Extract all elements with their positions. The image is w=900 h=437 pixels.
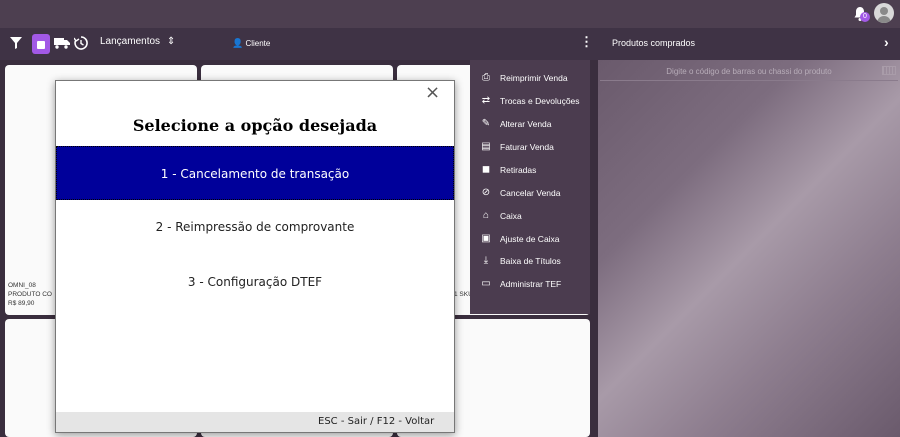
menu-item-ajuste-caixa[interactable]: ▣ Ajuste de Caixa	[470, 228, 590, 250]
menu-item-label: Trocas e Devoluções	[500, 96, 580, 106]
ban-icon: ⊘	[481, 187, 491, 198]
menu-item-label: Alterar Venda	[500, 119, 552, 129]
menu-item-caixa[interactable]: ⌂ Caixa	[470, 205, 590, 227]
menu-item-reimprimir-venda[interactable]: ⎙ Reimprimir Venda	[470, 67, 590, 89]
products-panel	[598, 60, 900, 437]
menu-item-alterar-venda[interactable]: ✎ Alterar Venda	[470, 113, 590, 135]
close-icon[interactable]: ×	[425, 82, 440, 103]
filter-icon[interactable]	[10, 37, 22, 49]
menu-item-label: Reimprimir Venda	[500, 73, 568, 83]
notification-badge: 0	[860, 12, 870, 22]
barcode-icon[interactable]	[882, 66, 896, 75]
menu-item-administrar-tef[interactable]: ▭ Administrar TEF	[470, 273, 590, 295]
printer-icon: ⎙	[482, 72, 490, 83]
chevron-right-icon[interactable]: ›	[884, 34, 889, 50]
card-icon: ▭	[481, 278, 491, 289]
card-price: R$ 89,90	[8, 300, 35, 307]
exchange-icon: ⇄	[481, 95, 491, 106]
card-name: PRODUTO CO	[8, 291, 52, 298]
history-icon[interactable]	[74, 36, 88, 50]
option-configuracao-dtef[interactable]: 3 - Configuração DTEF	[56, 255, 454, 309]
bank-icon: ⌂	[482, 210, 490, 221]
truck-icon[interactable]	[54, 37, 70, 49]
menu-item-label: Cancelar Venda	[500, 188, 561, 198]
lancamentos-select[interactable]: Lançamentos ⇕	[100, 36, 175, 47]
sort-icon: ⇕	[166, 36, 176, 47]
avatar[interactable]	[874, 3, 894, 23]
menu-item-label: Administrar TEF	[500, 279, 562, 289]
menu-item-retiradas[interactable]: ◼ Retiradas	[470, 159, 590, 181]
dialog-title: Selecione a opção desejada	[132, 116, 378, 135]
lancamentos-label: Lançamentos	[100, 36, 161, 47]
bag-icon: ◼	[481, 164, 491, 175]
card-code: OMNI_08	[8, 282, 36, 289]
top-bar	[0, 0, 900, 28]
cliente-button[interactable]: 👤 Cliente	[232, 38, 270, 49]
toolbar	[0, 28, 598, 60]
cliente-label: Cliente	[245, 39, 271, 48]
products-title: Produtos comprados	[612, 38, 696, 48]
menu-item-label: Caixa	[500, 211, 522, 221]
menu-item-label: Baixa de Títulos	[500, 256, 561, 266]
download-icon: ⤓	[483, 255, 489, 266]
kebab-menu-icon[interactable]: ⋮	[580, 34, 593, 50]
edit-icon: ✎	[481, 118, 491, 129]
menu-item-label: Faturar Venda	[500, 142, 554, 152]
cash-icon: ▣	[481, 233, 491, 244]
menu-item-cancelar-venda[interactable]: ⊘ Cancelar Venda	[470, 182, 590, 204]
barcode-search-input[interactable]	[600, 63, 898, 81]
menu-item-faturar-venda[interactable]: ▤ Faturar Venda	[470, 136, 590, 158]
invoice-icon: ▤	[481, 141, 491, 152]
option-reimpressao-comprovante[interactable]: 2 - Reimpressão de comprovante	[56, 200, 454, 254]
menu-item-label: Ajuste de Caixa	[500, 234, 560, 244]
menu-item-label: Retiradas	[500, 165, 537, 175]
menu-item-trocas-devolucoes[interactable]: ⇄ Trocas e Devoluções	[470, 90, 590, 112]
menu-item-baixa-titulos[interactable]: ⤓ Baixa de Títulos	[470, 250, 590, 272]
bag-icon[interactable]	[32, 34, 50, 54]
user-icon: 👤	[232, 38, 244, 48]
option-cancelamento-transacao[interactable]: 1 - Cancelamento de transação	[56, 146, 454, 200]
dialog-footer-hint: ESC - Sair / F12 - Voltar	[318, 416, 435, 427]
